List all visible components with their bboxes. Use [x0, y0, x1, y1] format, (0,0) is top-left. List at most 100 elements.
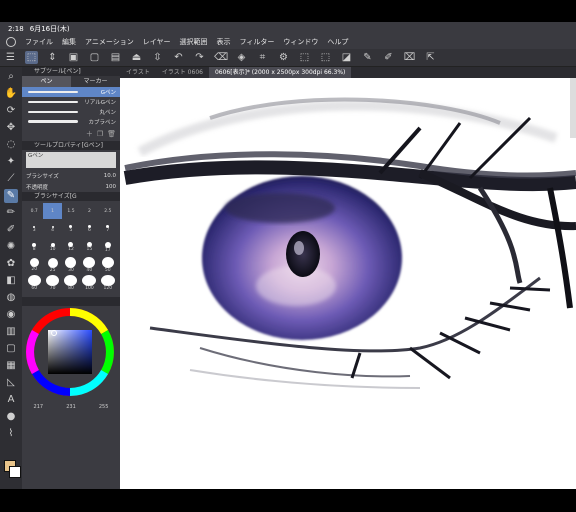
trash-icon[interactable]: 🗑 — [107, 130, 116, 138]
size-cell[interactable]: 4 — [43, 221, 61, 237]
size-cell[interactable]: 10 — [43, 239, 61, 255]
menu-file[interactable]: ファイル — [25, 37, 53, 47]
transform-icon[interactable]: ⇕ — [46, 51, 59, 64]
menu-selection[interactable]: 選択範囲 — [180, 37, 208, 47]
deselect-icon[interactable]: ⬚ — [319, 51, 332, 64]
save-icon[interactable]: ⏏ — [130, 51, 143, 64]
add-icon[interactable]: ＋ — [86, 129, 93, 139]
size-cell[interactable]: 2 — [80, 203, 98, 219]
menu-edit[interactable]: 編集 — [62, 37, 76, 47]
layer-icon[interactable]: ▣ — [67, 51, 80, 64]
size-cell[interactable]: 7 — [99, 221, 117, 237]
open-folder-icon[interactable]: ▤ — [109, 51, 122, 64]
sub-color-swatch[interactable] — [9, 466, 21, 478]
size-cell[interactable]: 3 — [25, 221, 43, 237]
size-cell[interactable]: 70 — [43, 275, 61, 291]
pen-icon[interactable]: ✎ — [361, 51, 374, 64]
brush-label: 丸ペン — [99, 110, 116, 116]
lasso-icon[interactable]: ◌ — [4, 138, 18, 152]
brush-icon[interactable]: ✐ — [382, 51, 395, 64]
gradient-icon[interactable]: ▥ — [4, 325, 18, 339]
tab-marker[interactable]: マーカー — [71, 76, 120, 87]
zoom-icon[interactable]: ⌕ — [4, 70, 18, 84]
size-cell[interactable]: 1.5 — [62, 203, 80, 219]
text-icon[interactable]: A — [4, 393, 18, 407]
opacity-value[interactable]: 100 — [106, 184, 117, 190]
size-cell[interactable]: 25 — [43, 257, 61, 273]
size-cell[interactable]: 50 — [99, 257, 117, 273]
menu-animation[interactable]: アニメーション — [85, 37, 134, 47]
stepper-icon[interactable]: ⇳ — [151, 51, 164, 64]
brush-item[interactable]: カブラペン — [22, 117, 120, 127]
share-icon[interactable]: ⇱ — [424, 51, 437, 64]
crop-icon[interactable]: ⌗ — [256, 51, 269, 64]
size-cell[interactable]: 15 — [80, 239, 98, 255]
menu-view[interactable]: 表示 — [217, 37, 231, 47]
brush-item[interactable]: Gペン — [22, 87, 120, 97]
eyedropper-icon[interactable]: ⟋ — [4, 172, 18, 186]
settings-icon[interactable]: ⚙ — [277, 51, 290, 64]
tab-illust-0606[interactable]: イラスト 0606 — [156, 67, 209, 78]
size-cell[interactable]: 60 — [25, 275, 43, 291]
eraser-icon[interactable]: ⌧ — [403, 51, 416, 64]
fill-icon[interactable]: ◈ — [235, 51, 248, 64]
size-cell[interactable]: 120 — [99, 275, 117, 291]
size-cell[interactable]: 40 — [80, 257, 98, 273]
airbrush-icon[interactable]: ✺ — [4, 240, 18, 254]
magic-wand-icon[interactable]: ✦ — [4, 155, 18, 169]
menu-layer[interactable]: レイヤー — [143, 37, 171, 47]
brush-label: カブラペン — [88, 120, 116, 126]
invert-icon[interactable]: ◪ — [340, 51, 353, 64]
tab-illust[interactable]: イラスト — [120, 67, 156, 78]
pen-tool-icon[interactable]: ✎ — [4, 189, 18, 203]
menu-help[interactable]: ヘルプ — [327, 37, 348, 47]
menu-window[interactable]: ウィンドウ — [283, 37, 318, 47]
brush-item[interactable]: 丸ペン — [22, 107, 120, 117]
app-logo-icon[interactable] — [6, 37, 16, 47]
menu-icon[interactable]: ☰ — [4, 51, 17, 64]
copy-icon[interactable]: ❐ — [97, 130, 103, 138]
size-cell[interactable]: 100 — [80, 275, 98, 291]
size-cell[interactable]: 5 — [62, 221, 80, 237]
size-cell[interactable]: 0.7 — [25, 203, 43, 219]
size-cell[interactable]: 2.5 — [99, 203, 117, 219]
ruler-icon[interactable]: ◺ — [4, 376, 18, 390]
vertical-scrollbar[interactable] — [570, 78, 576, 138]
eraser-tool-icon[interactable]: ◧ — [4, 274, 18, 288]
size-cell[interactable]: 6 — [80, 221, 98, 237]
color-wheel[interactable] — [22, 306, 120, 402]
decoration-icon[interactable]: ✿ — [4, 257, 18, 271]
balloon-icon[interactable]: ● — [4, 410, 18, 424]
select-layer-icon[interactable]: ⬚ — [25, 51, 38, 64]
brush-size-value[interactable]: 10.0 — [104, 173, 116, 179]
pencil-icon[interactable]: ✏ — [4, 206, 18, 220]
frame-icon[interactable]: ▦ — [4, 359, 18, 373]
size-cell[interactable]: 17 — [99, 239, 117, 255]
tab-pen[interactable]: ペン — [22, 76, 71, 87]
menu-filter[interactable]: フィルター — [240, 37, 275, 47]
size-cell[interactable]: 30 — [62, 257, 80, 273]
size-cell[interactable]: 12 — [62, 239, 80, 255]
size-cell[interactable]: 80 — [62, 275, 80, 291]
canvas[interactable] — [120, 78, 576, 489]
new-file-icon[interactable]: ▢ — [88, 51, 101, 64]
hand-icon[interactable]: ✋ — [4, 87, 18, 101]
size-cell[interactable]: 20 — [25, 257, 43, 273]
figure-icon[interactable]: ▢ — [4, 342, 18, 356]
correct-line-icon[interactable]: ⌇ — [4, 427, 18, 441]
brush-size-row[interactable]: ブラシサイズ 10.0 — [22, 170, 120, 181]
clear-icon[interactable]: ⌫ — [214, 51, 228, 64]
fill-tool-icon[interactable]: ◉ — [4, 308, 18, 322]
tab-current[interactable]: 0606[表示]* (2000 x 2500px 300dpi 66.3%) — [208, 67, 352, 78]
brush-item[interactable]: リアルGペン — [22, 97, 120, 107]
brush-tool-icon[interactable]: ✐ — [4, 223, 18, 237]
redo-icon[interactable]: ↷ — [193, 51, 206, 64]
size-cell[interactable]: 8 — [25, 239, 43, 255]
opacity-row[interactable]: 不透明度 100 — [22, 181, 120, 192]
size-cell[interactable]: 1 — [43, 203, 62, 219]
undo-icon[interactable]: ↶ — [172, 51, 185, 64]
move-icon[interactable]: ✥ — [4, 121, 18, 135]
blend-icon[interactable]: ◍ — [4, 291, 18, 305]
rotate-icon[interactable]: ⟳ — [4, 104, 18, 118]
select-all-icon[interactable]: ⬚ — [298, 51, 311, 64]
